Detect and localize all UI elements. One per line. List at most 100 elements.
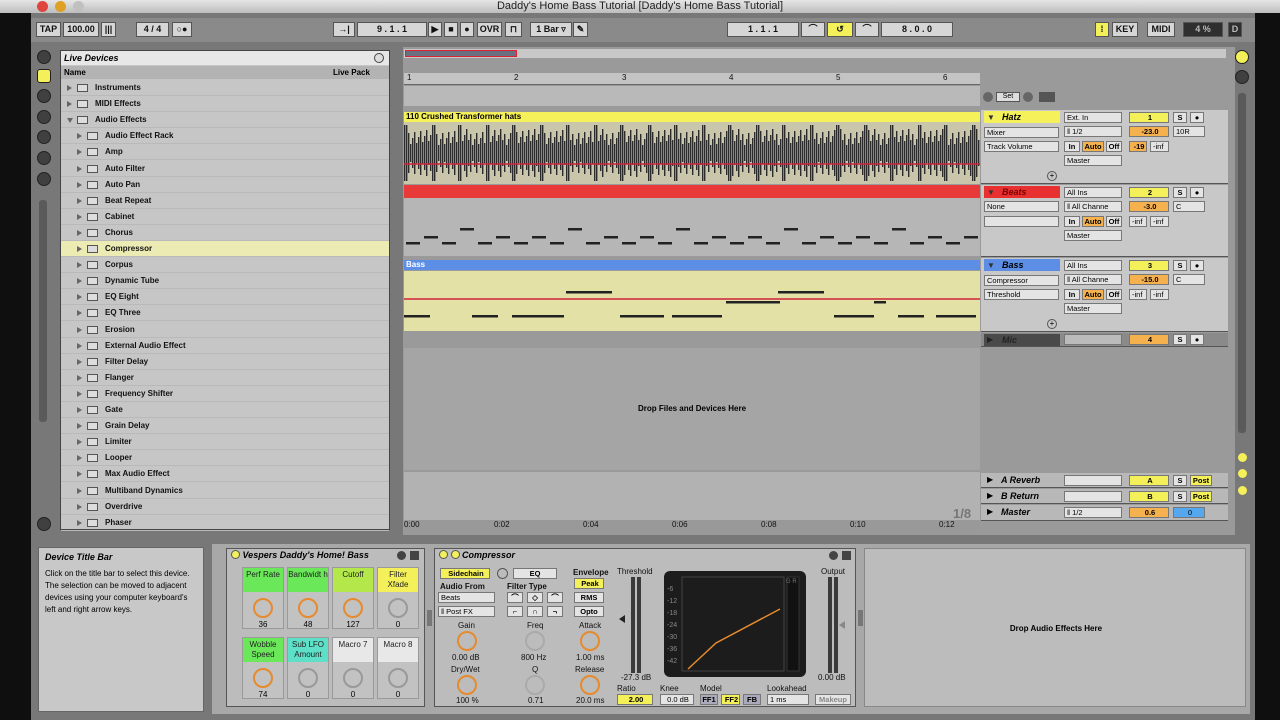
song-position-field[interactable]: 9 . 1 . 1 — [357, 22, 427, 37]
prev-locator-icon[interactable] — [983, 92, 993, 102]
sidechain-toggle[interactable]: Sidechain — [440, 568, 490, 579]
volume-field[interactable]: -15.0 — [1129, 274, 1169, 285]
gain-knob[interactable] — [457, 631, 477, 651]
browser-device-item[interactable]: Phaser — [61, 515, 389, 531]
pan-field[interactable]: 10R — [1173, 126, 1205, 137]
macro-control[interactable]: Macro 7 0 — [332, 637, 374, 699]
input-channel[interactable]: ǁ All Channe — [1064, 201, 1122, 212]
midi-note[interactable] — [566, 291, 612, 294]
column-pack-header[interactable]: Live Pack — [333, 66, 370, 79]
save-preset-icon[interactable] — [397, 551, 406, 560]
midi-note[interactable] — [874, 301, 886, 304]
arrangement-scrollbar[interactable] — [1238, 93, 1246, 433]
browser-device-item[interactable]: Grain Delay — [61, 418, 389, 435]
macro-control[interactable]: Perf Rate 36 — [242, 567, 284, 629]
hatz-waveform-lane[interactable] — [404, 122, 980, 184]
fold-icon[interactable]: ▼ — [987, 113, 995, 122]
pan-field[interactable]: C — [1173, 201, 1205, 212]
return-b-title[interactable]: B Return — [1001, 491, 1039, 501]
play-icon[interactable] — [450, 550, 460, 559]
loop-length-field[interactable]: 8 . 0 . 0 — [881, 22, 953, 37]
disclosure-triangle-icon[interactable] — [77, 310, 82, 317]
monitor-auto-button[interactable]: Auto — [1082, 216, 1104, 227]
macro-knob[interactable] — [343, 598, 363, 618]
freq-value[interactable]: 800 Hz — [521, 653, 546, 662]
macro-label[interactable]: Cutoff — [333, 568, 373, 592]
midi-note[interactable] — [712, 236, 726, 239]
monitor-auto-button[interactable]: Auto — [1082, 141, 1104, 152]
disclosure-triangle-icon[interactable] — [77, 197, 82, 204]
beats-midi-lane[interactable] — [404, 198, 980, 256]
browser-device-item[interactable]: Dynamic Tube — [61, 273, 389, 290]
midi-note[interactable] — [676, 228, 690, 231]
midi-note[interactable] — [514, 242, 528, 245]
macro-label[interactable]: Sub LFO Amount — [288, 638, 328, 662]
overview-window[interactable] — [405, 50, 517, 57]
makeup-button[interactable]: Makeup — [815, 694, 851, 705]
master-output-channel[interactable]: ǁ 1/2 — [1064, 507, 1122, 518]
disclosure-triangle-icon[interactable] — [77, 246, 82, 252]
plugin-devices-icon[interactable] — [37, 89, 51, 103]
tap-button[interactable]: TAP — [36, 22, 61, 37]
fold-device-icon[interactable] — [410, 551, 419, 560]
arm-button[interactable]: ● — [1190, 112, 1204, 123]
browser-device-item[interactable]: Erosion — [61, 322, 389, 338]
browser-device-item[interactable]: Filter Delay — [61, 354, 389, 370]
input-type[interactable]: All Ins — [1064, 187, 1122, 198]
midi-note[interactable] — [586, 242, 600, 245]
record-button[interactable]: ● — [460, 22, 474, 37]
quantize-icon[interactable]: ⊓ — [505, 22, 522, 37]
macro-knob[interactable] — [298, 598, 318, 618]
draw-mode-icon[interactable]: ✎ — [573, 22, 588, 37]
midi-note[interactable] — [730, 242, 744, 245]
browser-device-item[interactable]: Audio Effect Rack — [61, 128, 389, 145]
midi-note[interactable] — [928, 236, 942, 239]
mixer-toggle-icon[interactable] — [1238, 486, 1247, 495]
fold-icon[interactable]: ▼ — [987, 188, 995, 197]
disclosure-triangle-icon[interactable] — [77, 278, 82, 285]
freq-knob[interactable] — [525, 631, 545, 651]
track-activator[interactable]: 3 — [1129, 260, 1169, 271]
rms-button[interactable]: RMS — [574, 592, 604, 603]
midi-note[interactable] — [604, 236, 618, 239]
set-locator-button[interactable]: Set — [996, 92, 1020, 102]
mic-lane[interactable] — [404, 333, 980, 347]
midi-note[interactable] — [820, 236, 834, 239]
unfold-icon[interactable]: ▶ — [987, 475, 993, 484]
solo-button[interactable]: S — [1173, 475, 1187, 486]
disclosure-triangle-icon[interactable] — [67, 85, 72, 91]
next-locator-icon[interactable] — [1023, 92, 1033, 102]
disclosure-triangle-icon[interactable] — [77, 374, 82, 381]
browser-device-item[interactable]: Overdrive — [61, 499, 389, 515]
macro-knob[interactable] — [388, 598, 408, 618]
browser-device-item[interactable]: Gate — [61, 402, 389, 418]
midi-note[interactable] — [622, 242, 636, 245]
midi-note[interactable] — [460, 228, 474, 231]
midi-note[interactable] — [748, 236, 762, 239]
hot-swap-icon[interactable] — [37, 517, 51, 531]
sidechain-listen-icon[interactable] — [497, 568, 508, 579]
input-type[interactable] — [1064, 334, 1122, 345]
live-devices-icon[interactable] — [37, 69, 51, 83]
disclosure-triangle-icon[interactable] — [77, 229, 82, 236]
fold-icon[interactable]: ▼ — [987, 261, 995, 270]
macro-control[interactable]: Macro 8 0 — [377, 637, 419, 699]
midi-note[interactable] — [532, 236, 546, 239]
browser-device-item[interactable]: Amp — [61, 144, 389, 161]
filter-highshelf-icon[interactable]: ¬ — [547, 606, 563, 617]
input-type[interactable]: All Ins — [1064, 260, 1122, 271]
return-a-output[interactable] — [1064, 475, 1122, 486]
midi-note[interactable] — [472, 315, 498, 318]
disclosure-triangle-icon[interactable] — [77, 358, 82, 365]
session-view-icon[interactable] — [1235, 70, 1249, 84]
loop-start-field[interactable]: 1 . 1 . 1 — [727, 22, 799, 37]
attack-knob[interactable] — [580, 631, 600, 651]
filter-lowshelf-icon[interactable]: ⌐ — [507, 606, 523, 617]
browser-device-item[interactable]: Max Audio Effect — [61, 466, 389, 483]
device-chooser[interactable]: None — [984, 201, 1059, 212]
device-chooser[interactable]: Mixer — [984, 127, 1059, 138]
macro-control[interactable]: Wobble Speed 74 — [242, 637, 284, 699]
time-ruler[interactable]: 0:00 0:02 0:04 0:06 0:08 0:10 0:12 — [404, 520, 980, 532]
browser-folder-item[interactable]: Audio Effects — [61, 112, 389, 129]
track-activator[interactable]: 4 — [1129, 334, 1169, 345]
